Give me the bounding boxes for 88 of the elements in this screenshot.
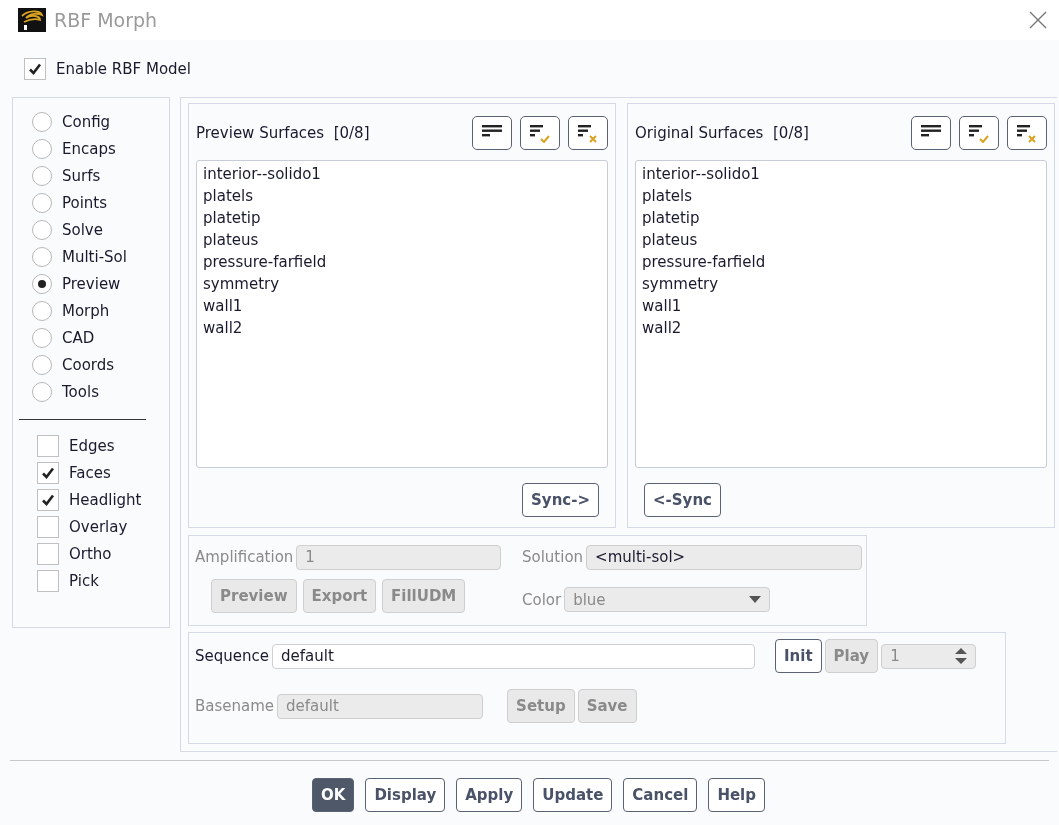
list-item[interactable]: wall2 [642,316,1040,339]
list-item[interactable]: plateus [642,228,1040,251]
select-all-button[interactable] [520,115,560,150]
solution-label: Solution [522,548,584,566]
enable-label: Enable RBF Model [56,59,191,78]
list-item[interactable]: plateus [203,228,601,251]
list-check-icon [968,122,990,143]
list-item[interactable]: platels [203,184,601,207]
list-item[interactable]: platetip [642,206,1040,229]
radio-label: Preview [62,274,121,293]
radio-button[interactable] [32,327,52,348]
checkbox[interactable] [37,569,59,592]
list-item[interactable]: pressure-farfield [203,250,601,273]
dialog-button[interactable]: Display [365,778,446,812]
check-icon [28,61,42,76]
list-item[interactable]: pressure-farfield [642,250,1040,273]
basename-label: Basename [195,697,275,715]
caret-icon [749,596,762,603]
dialog-button[interactable]: Cancel [623,778,698,812]
sync-button[interactable]: <-Sync [644,483,721,517]
radio-label: Tools [62,382,99,401]
list-check-icon [529,122,551,143]
spinner-arrows-icon [955,647,968,665]
app-logo-icon [18,8,46,32]
radio-label: Points [62,193,108,212]
list-item[interactable]: symmetry [642,272,1040,295]
radio-label: Solve [62,220,103,239]
sequence-label: Sequence [195,647,269,665]
list-item[interactable]: wall2 [203,316,601,339]
checkbox-label: Ortho [69,544,112,563]
list-clear-icon [577,122,599,143]
dialog-button[interactable]: Apply [456,778,523,812]
list-item[interactable]: interior--solido1 [642,162,1040,185]
checkbox-label: Pick [69,571,99,590]
checkbox[interactable] [37,515,59,538]
list-item[interactable]: wall1 [203,294,601,317]
checkbox-label: Faces [69,463,111,482]
radio-button[interactable] [32,219,52,240]
solution-field[interactable]: <multi-sol> [586,544,863,570]
deselect-all-button[interactable] [1007,115,1047,150]
dialog-button[interactable]: Help [708,778,765,812]
radio-label: Morph [62,301,110,320]
radio-button[interactable] [32,273,52,294]
checkbox[interactable] [37,542,59,565]
surfaces-title: Preview Surfaces [0/8] [196,123,371,142]
radio-label: Surfs [62,166,101,185]
radio-button[interactable] [32,381,52,402]
list-item[interactable]: platels [642,184,1040,207]
checkbox-label: Edges [69,436,115,455]
deselect-all-button[interactable] [568,115,608,150]
sequence-field[interactable]: default [272,643,755,669]
sync-button[interactable]: Sync-> [522,483,599,517]
enable-checkbox[interactable] [24,57,46,80]
radio-button[interactable] [32,354,52,375]
list-clear-icon [1016,122,1038,143]
radio-button[interactable] [32,111,52,132]
radio-label: Encaps [62,139,116,158]
check-icon [41,465,55,480]
amplification-label: Amplification [195,548,294,566]
list-item[interactable]: platetip [203,206,601,229]
dialog-button[interactable]: Update [533,778,613,812]
dialog-button[interactable]: OK [312,778,355,812]
list-item[interactable]: interior--solido1 [203,162,601,185]
checkbox[interactable] [37,434,59,457]
checkbox[interactable] [37,461,59,484]
select-all-button[interactable] [959,115,999,150]
checkbox-label: Overlay [69,517,128,536]
check-icon [41,492,55,507]
radio-label: Coords [62,355,115,374]
radio-label: Multi-Sol [62,247,127,266]
radio-button[interactable] [32,300,52,321]
window-title: RBF Morph [54,9,159,31]
checkbox-label: Headlight [69,490,142,509]
radio-button[interactable] [32,192,52,213]
list-button[interactable] [472,115,512,150]
list-item[interactable]: symmetry [203,272,601,295]
radio-label: CAD [62,328,95,347]
list-item[interactable]: wall1 [642,294,1040,317]
color-label: Color [522,590,562,609]
list-button[interactable] [911,115,951,150]
surfaces-title: Original Surfaces [0/8] [635,123,810,142]
radio-button[interactable] [32,246,52,267]
checkbox[interactable] [37,488,59,511]
radio-button[interactable] [32,165,52,186]
radio-button[interactable] [32,138,52,159]
close-icon[interactable] [1029,11,1047,29]
radio-label: Config [62,112,111,131]
init-button[interactable]: Init [775,639,822,673]
